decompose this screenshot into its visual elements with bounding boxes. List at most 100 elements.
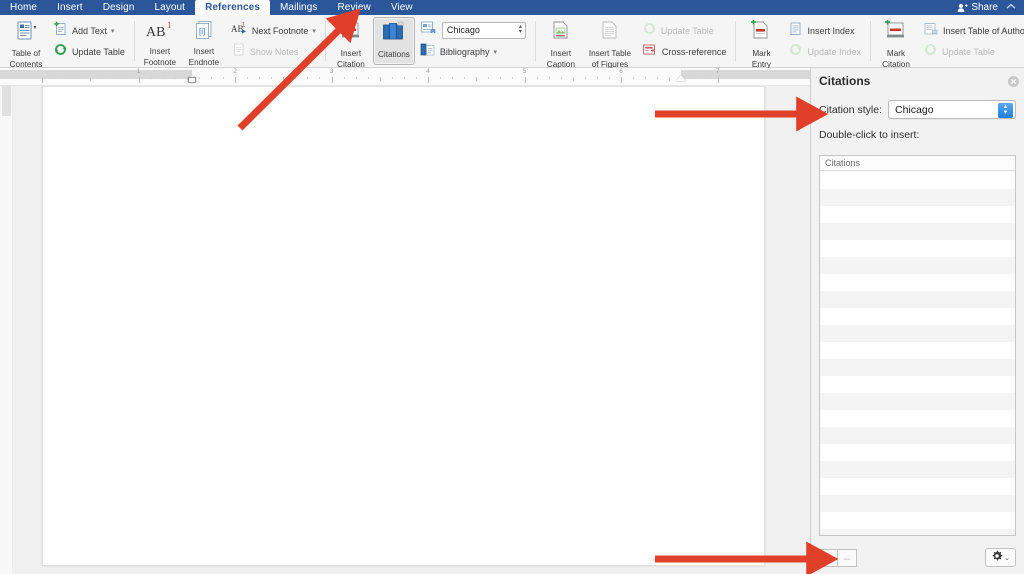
ruler-number: 3 [329, 68, 334, 75]
ruler-margin-band [680, 70, 810, 79]
remove-citation-button[interactable]: – [838, 548, 857, 567]
add-text-icon [53, 21, 68, 41]
share-label: Share [971, 2, 998, 13]
ruler-tick [657, 77, 659, 79]
citation-list-item[interactable] [820, 206, 1015, 223]
citations-pane-toggle-label: Citations [377, 50, 410, 59]
citation-list-item[interactable] [820, 529, 1015, 535]
next-footnote-button[interactable]: AB 1 Next Footnote ▾ [228, 22, 319, 40]
tab-view[interactable]: View [381, 0, 423, 15]
citation-list-item[interactable] [820, 461, 1015, 478]
tab-references[interactable]: References [195, 0, 270, 15]
table-of-contents-button[interactable]: ▾ Table of Contents [4, 17, 48, 69]
citation-list-item[interactable] [820, 189, 1015, 206]
ruler-tick [705, 77, 707, 79]
ruler-tick [415, 77, 417, 79]
insert-table-of-figures-button[interactable]: Insert Table of Figures [583, 17, 637, 69]
tab-layout[interactable]: Layout [144, 0, 195, 15]
citation-list-item[interactable] [820, 359, 1015, 376]
update-table-figures-label: Update Table [660, 25, 714, 36]
bibliography-icon [420, 42, 436, 62]
close-icon[interactable] [1008, 76, 1019, 87]
table-of-contents-label-1: Table of [11, 49, 41, 58]
vertical-ruler[interactable] [0, 86, 13, 574]
insert-citation-button[interactable]: Insert Citation [329, 17, 373, 69]
add-citation-button[interactable]: + [819, 548, 838, 567]
page-body-text[interactable] [43, 87, 764, 167]
right-indent-marker[interactable] [675, 75, 686, 81]
citations-settings-button[interactable]: ⌄ [985, 548, 1016, 567]
ruler-tick [464, 77, 466, 79]
bibliography-button[interactable]: Bibliography ▾ [417, 43, 529, 61]
update-index-button[interactable]: Update Index [785, 43, 864, 61]
citation-list-item[interactable] [820, 257, 1015, 274]
citation-style-ribbon-value: Chicago [446, 25, 480, 35]
citation-list-item[interactable] [820, 325, 1015, 342]
citation-list-item[interactable] [820, 342, 1015, 359]
chevron-down-icon: ⌄ [1004, 554, 1010, 562]
citation-list-item[interactable] [820, 427, 1015, 444]
citation-list-item[interactable] [820, 240, 1015, 257]
refresh-icon [788, 42, 803, 62]
show-notes-button[interactable]: Show Notes [228, 43, 319, 61]
citations-list[interactable]: Citations [819, 155, 1016, 536]
cross-reference-button[interactable]: Cross-reference [639, 43, 730, 61]
citations-pane-toggle-button[interactable]: Citations [372, 17, 415, 65]
ruler-tick [66, 77, 68, 79]
insert-caption-button[interactable]: Insert Caption [539, 17, 583, 69]
citation-list-item[interactable] [820, 376, 1015, 393]
ruler-tick [162, 77, 164, 79]
citation-list-item[interactable] [820, 172, 1015, 189]
insert-table-of-authorities-button[interactable]: Insert Table of Authorities [920, 22, 1024, 40]
citation-list-item[interactable] [820, 291, 1015, 308]
ruler-number: 6 [619, 68, 623, 75]
update-table-authorities-label: Update Table [942, 46, 995, 57]
citation-list-item[interactable] [820, 444, 1015, 461]
tab-design[interactable]: Design [93, 0, 145, 15]
mark-citation-button[interactable]: Mark Citation [874, 17, 918, 69]
citations-panel-title: Citations [819, 74, 871, 88]
document-canvas[interactable] [13, 86, 810, 574]
document-page[interactable] [42, 86, 765, 566]
mark-entry-button[interactable]: Mark Entry [739, 17, 783, 69]
tab-review[interactable]: Review [327, 0, 380, 15]
citation-list-item[interactable] [820, 274, 1015, 291]
insert-footnote-button[interactable]: AB 1 Insert Footnote [138, 17, 182, 67]
citation-list-item[interactable] [820, 512, 1015, 529]
insert-endnote-button[interactable]: [i] Insert Endnote [182, 17, 226, 67]
share-button[interactable]: Share [957, 0, 998, 15]
citation-list-item[interactable] [820, 223, 1015, 240]
tab-home[interactable]: Home [0, 0, 47, 15]
citation-list-item[interactable] [820, 410, 1015, 427]
ruler-tick [295, 77, 297, 79]
citation-list-item[interactable] [820, 478, 1015, 495]
ruler-tick [222, 77, 224, 79]
ruler-tick [428, 77, 429, 83]
citation-style-ribbon-select[interactable]: Chicago ▴ ▾ [441, 21, 526, 39]
insert-table-of-authorities-label: Insert Table of Authorities [943, 25, 1024, 36]
insert-table-of-figures-label-1: Insert Table [588, 49, 632, 58]
ruler-tick [259, 77, 261, 79]
collapse-ribbon-button[interactable] [1006, 0, 1016, 15]
chevron-up-icon [1006, 2, 1016, 13]
ruler-tick [90, 77, 92, 81]
share-person-icon [957, 3, 968, 13]
horizontal-ruler[interactable]: 1 2 3 4 5 6 7 [0, 68, 810, 86]
ruler-tick [572, 77, 574, 81]
citation-style-select[interactable]: Chicago ▲ ▼ [888, 100, 1016, 119]
update-table-toc-button[interactable]: Update Table [50, 43, 128, 61]
ruler-tick [403, 77, 405, 79]
cross-reference-icon [642, 42, 658, 62]
add-text-button[interactable]: Add Text ▾ [50, 21, 128, 41]
update-table-authorities-button[interactable]: Update Table [920, 43, 1024, 61]
insert-index-button[interactable]: Insert Index [785, 22, 864, 40]
tab-mailings[interactable]: Mailings [270, 0, 327, 15]
tab-insert[interactable]: Insert [47, 0, 93, 15]
left-indent-marker[interactable] [187, 77, 196, 83]
ruler-tick [331, 77, 333, 83]
citation-list-item[interactable] [820, 393, 1015, 410]
update-table-figures-button[interactable]: Update Table [639, 22, 730, 40]
table-of-contents-icon: ▾ [15, 20, 37, 47]
citation-list-item[interactable] [820, 308, 1015, 325]
citation-list-item[interactable] [820, 495, 1015, 512]
